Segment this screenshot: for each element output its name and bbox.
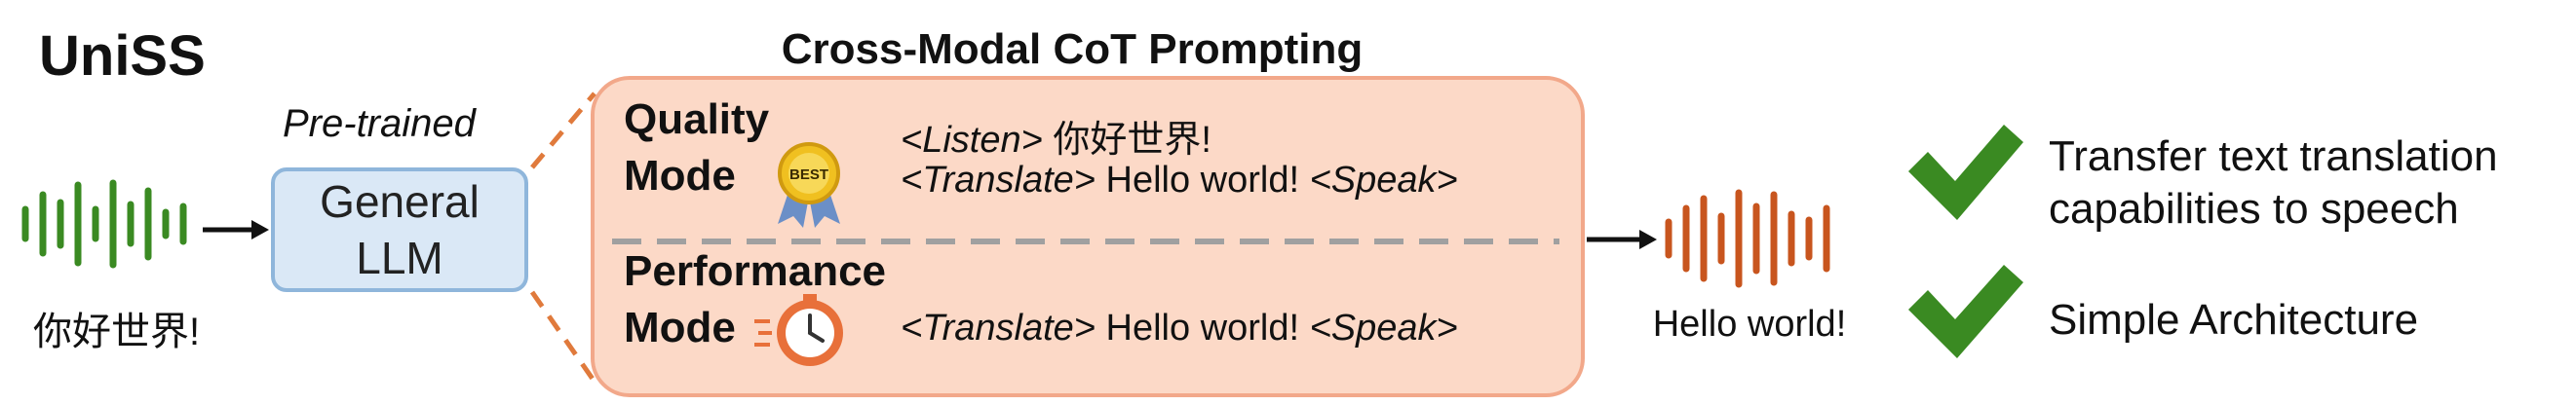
speak-tag: <Speak>: [1309, 160, 1458, 201]
quality-prompt-1: <Listen> 你好世界!: [901, 109, 1211, 163]
input-text-label: 你好世界!: [33, 311, 201, 353]
translated-text: Hello world!: [1095, 308, 1310, 349]
best-badge-icon: BEST: [778, 142, 840, 228]
output-text-label: Hello world!: [1652, 304, 1847, 345]
quality-mode-line2: Mode: [624, 152, 736, 200]
benefit-transfer-line1: Transfer text translation: [2049, 132, 2498, 180]
performance-prompt: <Translate> Hello world! <Speak>: [901, 308, 1458, 350]
translate-tag: <Translate>: [901, 160, 1096, 201]
stopwatch-icon: [754, 294, 843, 366]
quality-mode-line1: Quality: [624, 95, 770, 143]
speak-tag: <Speak>: [1309, 308, 1458, 349]
benefit-transfer-line2: capabilities to speech: [2049, 185, 2459, 233]
benefit-transfer: Transfer text translation capabilities t…: [2049, 130, 2498, 236]
badge-text: BEST: [789, 166, 828, 183]
quality-mode-label: Quality Mode: [624, 92, 769, 204]
benefit-architecture: Simple Architecture: [2049, 296, 2419, 344]
listen-tag: <Listen>: [901, 120, 1043, 161]
quality-prompt-2: <Translate> Hello world! <Speak>: [901, 160, 1458, 202]
input-text: 你好世界!: [1042, 120, 1211, 161]
translate-tag: <Translate>: [901, 308, 1096, 349]
translated-text: Hello world!: [1095, 160, 1310, 201]
